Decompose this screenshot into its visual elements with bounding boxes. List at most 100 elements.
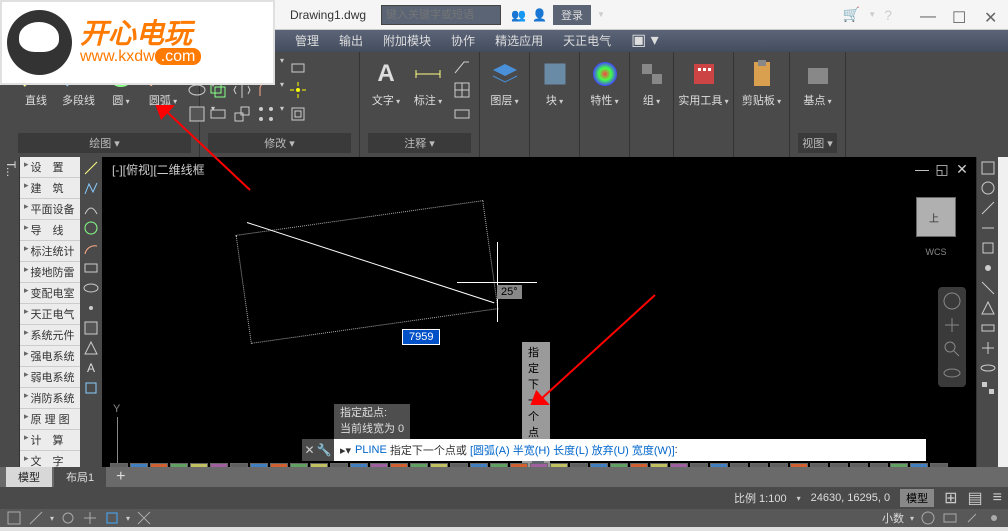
leader-icon[interactable] (452, 56, 472, 76)
stretch-icon[interactable] (208, 104, 228, 124)
orbit-icon[interactable] (942, 363, 962, 383)
tool-ellipse-icon[interactable] (82, 279, 100, 297)
drawing-viewport[interactable]: [-][俯视][二维线框 — ◱ ✕ 上 WCS 25° 79 (102, 157, 976, 487)
properties-button[interactable]: 特性 ▾ (588, 56, 621, 110)
erase-icon[interactable] (288, 56, 308, 76)
search-input[interactable] (381, 5, 501, 25)
cat-item[interactable]: ▸设 置 (20, 157, 80, 178)
table-icon[interactable] (452, 80, 472, 100)
rt-icon[interactable] (979, 239, 997, 257)
rt-icon[interactable] (979, 319, 997, 337)
grid-icon[interactable]: ⊞ (944, 488, 957, 508)
rt-icon[interactable] (979, 179, 997, 197)
sb-icon[interactable] (942, 510, 958, 526)
units-label[interactable]: 小数 (882, 510, 904, 526)
offset-icon[interactable] (288, 104, 308, 124)
tool-point-icon[interactable] (82, 299, 100, 317)
palette-tab[interactable]: T... (0, 157, 22, 181)
scale-label[interactable]: 比例 1:100 (734, 490, 787, 506)
rt-icon[interactable] (979, 199, 997, 217)
menu-icon[interactable]: ≡ (993, 489, 1002, 507)
dimension-button[interactable]: 标注 ▾ (410, 56, 446, 110)
clipboard-button[interactable]: 剪贴板 ▾ (742, 56, 781, 110)
cat-item[interactable]: ▸标注统计 (20, 241, 80, 262)
tool-rect-icon[interactable] (82, 259, 100, 277)
minimize-button[interactable]: — (920, 8, 934, 22)
length-input[interactable]: 7959 (402, 329, 440, 345)
vp-close-icon[interactable]: ✕ (954, 161, 970, 175)
block-button[interactable]: 块 ▾ (538, 56, 571, 110)
wheel-icon[interactable] (942, 291, 962, 311)
cart-icon[interactable]: 🛒 (843, 6, 860, 23)
tool-block-icon[interactable] (82, 379, 100, 397)
cat-item[interactable]: ▸弱电系统 (20, 367, 80, 388)
viewcube[interactable]: 上 WCS (906, 187, 966, 267)
rt-icon[interactable] (979, 279, 997, 297)
menu-featured[interactable]: 精选应用 (485, 30, 553, 52)
scale-icon[interactable] (232, 104, 252, 124)
viewport-title[interactable]: [-][俯视][二维线框 (112, 161, 205, 178)
tool-spline-icon[interactable] (82, 199, 100, 217)
command-line[interactable]: ▸▾ PLINE 指定下一个点或 [圆弧(A) 半宽(H) 长度(L) 放弃(U… (334, 439, 926, 461)
close-button[interactable]: ✕ (984, 8, 998, 22)
pan-icon[interactable] (942, 315, 962, 335)
menu-collab[interactable]: 协作 (441, 30, 485, 52)
cat-item[interactable]: ▸原 理 图 (20, 409, 80, 430)
cat-item[interactable]: ▸天正电气 (20, 304, 80, 325)
cat-item[interactable]: ▸接地防雷 (20, 262, 80, 283)
basepoint-button[interactable]: 基点 ▾ (798, 56, 837, 110)
cat-item[interactable]: ▸变配电室 (20, 283, 80, 304)
array-icon[interactable] (256, 104, 276, 124)
cat-item[interactable]: ▸平面设备 (20, 199, 80, 220)
sb-icon[interactable] (28, 510, 44, 526)
tool-region-icon[interactable] (82, 339, 100, 357)
rt-icon[interactable] (979, 339, 997, 357)
cat-item[interactable]: ▸导 线 (20, 220, 80, 241)
cat-item[interactable]: ▸计 算 (20, 430, 80, 451)
sb-icon[interactable] (60, 510, 76, 526)
tool-text-icon[interactable]: A (82, 359, 100, 377)
cat-item[interactable]: ▸系统元件 (20, 325, 80, 346)
tool-arc-icon[interactable] (82, 239, 100, 257)
menu-tangent[interactable]: 天正电气 (553, 30, 621, 52)
group-button[interactable]: 组 ▾ (638, 56, 665, 110)
settings-icon[interactable]: ▤ (968, 488, 983, 508)
field-icon[interactable] (452, 104, 472, 124)
help-icon[interactable]: ? (884, 7, 892, 23)
tool-circle-icon[interactable] (82, 219, 100, 237)
sb-icon[interactable] (986, 510, 1002, 526)
zoom-icon[interactable] (942, 339, 962, 359)
tool-line-icon[interactable] (82, 159, 100, 177)
text-button[interactable]: A文字 ▾ (368, 56, 404, 110)
tab-layout1[interactable]: 布局1 (54, 467, 106, 487)
menu-overflow-icon[interactable]: ▣ ▾ (621, 30, 669, 52)
cat-item[interactable]: ▸建 筑 (20, 178, 80, 199)
sb-icon[interactable] (964, 510, 980, 526)
rt-icon[interactable] (979, 219, 997, 237)
cat-item[interactable]: ▸消防系统 (20, 388, 80, 409)
login-button[interactable]: 登录 (553, 5, 591, 25)
vp-restore-icon[interactable]: ◱ (934, 161, 950, 175)
tab-add-button[interactable]: + (108, 468, 133, 486)
menu-addons[interactable]: 附加模块 (373, 30, 441, 52)
menu-manage[interactable]: 管理 (285, 30, 329, 52)
explode-icon[interactable] (288, 80, 308, 100)
model-space-button[interactable]: 模型 (900, 489, 934, 507)
cat-item[interactable]: ▸强电系统 (20, 346, 80, 367)
sb-icon[interactable] (6, 510, 22, 526)
tab-model[interactable]: 模型 (6, 467, 52, 487)
cmd-handle[interactable]: ✕🔧 (302, 439, 334, 461)
layer-button[interactable]: 图层 ▾ (488, 56, 521, 110)
rt-icon[interactable] (979, 259, 997, 277)
sb-icon[interactable] (920, 510, 936, 526)
rt-icon[interactable] (979, 159, 997, 177)
sb-icon[interactable] (136, 510, 152, 526)
rt-icon[interactable] (979, 379, 997, 397)
vp-minimize-icon[interactable]: — (914, 161, 930, 175)
maximize-button[interactable]: ☐ (952, 8, 966, 22)
rt-icon[interactable] (979, 299, 997, 317)
tool-pline-icon[interactable] (82, 179, 100, 197)
utilities-button[interactable]: 实用工具 ▾ (682, 56, 725, 110)
menu-output[interactable]: 输出 (329, 30, 373, 52)
sb-icon[interactable] (104, 510, 120, 526)
